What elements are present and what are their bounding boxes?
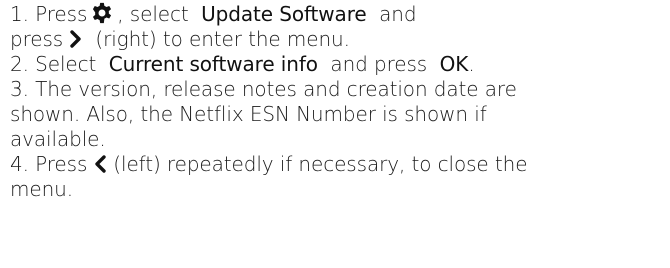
step-1-line-1: 1. Press , select Update Software and bbox=[10, 2, 670, 27]
step-3-line-3: available. bbox=[10, 127, 106, 151]
gear-icon bbox=[91, 2, 113, 24]
step-4-press: 4. Press bbox=[10, 152, 88, 176]
instructions: 1. Press , select Update Software and pre… bbox=[10, 2, 670, 202]
step-2-and-press: and press bbox=[330, 52, 428, 76]
step-4-line-1: 4. Press (left) repeatedly if necessary, … bbox=[10, 152, 670, 177]
ok-label: OK bbox=[439, 52, 469, 76]
step-1-select: , select bbox=[117, 2, 189, 26]
step-3-line-2: shown. Also, the Netflix ESN Number is s… bbox=[10, 102, 487, 126]
step-4-left-repeatedly: (left) repeatedly if necessary, to close… bbox=[113, 152, 528, 176]
step-2-select: 2. Select bbox=[10, 52, 97, 76]
step-3-line-1: 3. The version, release notes and creati… bbox=[10, 77, 517, 101]
step-4-line-2: menu. bbox=[10, 177, 73, 201]
step-2-period: . bbox=[468, 52, 475, 76]
step-1-enter-menu: (right) to enter the menu. bbox=[95, 27, 350, 51]
step-1-line-2: press (right) to enter the menu. bbox=[10, 27, 670, 52]
step-1-press-2: press bbox=[10, 27, 64, 51]
chevron-right-icon bbox=[67, 29, 85, 49]
step-2-line: 2. Select Current software info and pres… bbox=[10, 52, 670, 77]
chevron-left-icon bbox=[91, 154, 109, 174]
step-1-and: and bbox=[379, 2, 417, 26]
step-1-press: 1. Press bbox=[10, 2, 88, 26]
current-software-info-label: Current software info bbox=[108, 52, 318, 76]
update-software-label: Update Software bbox=[201, 2, 367, 26]
